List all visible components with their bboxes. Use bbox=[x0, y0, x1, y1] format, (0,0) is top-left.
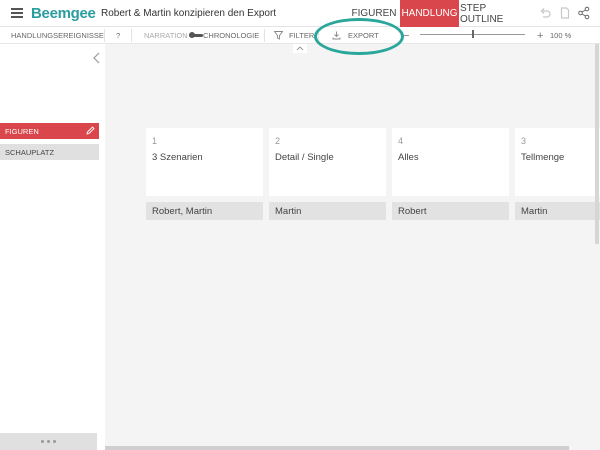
event-card[interactable]: 1 3 Szenarien bbox=[146, 128, 263, 196]
zoom-out-button[interactable]: − bbox=[403, 27, 409, 44]
filter-icon bbox=[274, 31, 283, 40]
sidebar-item-schauplatz[interactable]: SCHAUPLATZ bbox=[0, 144, 99, 160]
pencil-icon[interactable] bbox=[86, 126, 95, 135]
toolbar: HANDLUNGSEREIGNISSE ? NARRATION CHRONOLO… bbox=[0, 27, 600, 44]
event-characters[interactable]: Robert bbox=[392, 202, 509, 220]
export-button[interactable]: EXPORT bbox=[332, 27, 379, 44]
event-number: 3 bbox=[521, 136, 527, 146]
tab-figuren[interactable]: FIGUREN bbox=[349, 0, 399, 27]
toggle-switch[interactable] bbox=[189, 32, 203, 38]
event-number: 1 bbox=[152, 136, 158, 146]
top-bar: Beemgee Robert & Martin konzipieren den … bbox=[0, 0, 600, 27]
event-title: Detail / Single bbox=[275, 152, 334, 163]
handlungsereignisse-button[interactable]: HANDLUNGSEREIGNISSE bbox=[11, 27, 104, 44]
event-card[interactable]: 2 Detail / Single bbox=[269, 128, 386, 196]
event-characters[interactable]: Robert, Martin bbox=[146, 202, 263, 220]
chronologie-label[interactable]: CHRONOLOGIE bbox=[203, 27, 259, 44]
storyline-canvas: 1 3 Szenarien Robert, Martin 2 Detail / … bbox=[105, 44, 600, 450]
share-icon[interactable] bbox=[577, 6, 591, 20]
chevron-left-icon[interactable] bbox=[92, 52, 102, 64]
document-title: Robert & Martin konzipieren den Export bbox=[101, 8, 277, 19]
undo-icon[interactable] bbox=[538, 6, 552, 20]
event-title: 3 Szenarien bbox=[152, 152, 203, 163]
zoom-in-button[interactable]: + bbox=[537, 27, 543, 44]
toolbar-divider bbox=[104, 29, 105, 42]
tab-step-outline[interactable]: STEP OUTLINE bbox=[460, 0, 528, 27]
toolbar-divider bbox=[264, 29, 265, 42]
sidebar-item-figuren[interactable]: FIGUREN bbox=[0, 123, 99, 139]
event-characters[interactable]: Martin bbox=[515, 202, 600, 220]
app-logo[interactable]: Beemgee bbox=[31, 5, 96, 22]
zoom-value: 100 % bbox=[550, 31, 572, 40]
event-number: 4 bbox=[398, 136, 404, 146]
event-number: 2 bbox=[275, 136, 281, 146]
zoom-slider-thumb[interactable] bbox=[471, 30, 474, 38]
sidebar-item-label: SCHAUPLATZ bbox=[5, 147, 55, 157]
vertical-scrollbar[interactable] bbox=[595, 44, 599, 244]
more-options-icon[interactable] bbox=[0, 433, 97, 450]
event-card[interactable]: 3 Tellmenge bbox=[515, 128, 600, 196]
help-button[interactable]: ? bbox=[116, 27, 120, 44]
filter-label: FILTER bbox=[289, 31, 315, 40]
export-label: EXPORT bbox=[348, 31, 379, 40]
toolbar-divider bbox=[318, 29, 319, 42]
menu-icon[interactable] bbox=[11, 8, 23, 18]
filter-button[interactable]: FILTER bbox=[274, 27, 314, 44]
event-card[interactable]: 4 Alles bbox=[392, 128, 509, 196]
download-icon bbox=[332, 31, 341, 40]
document-icon[interactable] bbox=[558, 6, 572, 20]
chevron-up-icon[interactable] bbox=[293, 44, 307, 53]
horizontal-scrollbar[interactable] bbox=[105, 446, 569, 450]
narration-label[interactable]: NARRATION bbox=[144, 27, 188, 44]
event-title: Tellmenge bbox=[521, 152, 565, 163]
event-title: Alles bbox=[398, 152, 419, 163]
sidebar: FIGUREN SCHAUPLATZ bbox=[0, 44, 105, 450]
sidebar-item-label: FIGUREN bbox=[5, 126, 39, 136]
tab-handlung[interactable]: HANDLUNG bbox=[400, 0, 459, 27]
toolbar-divider bbox=[131, 29, 132, 42]
event-characters[interactable]: Martin bbox=[269, 202, 386, 220]
